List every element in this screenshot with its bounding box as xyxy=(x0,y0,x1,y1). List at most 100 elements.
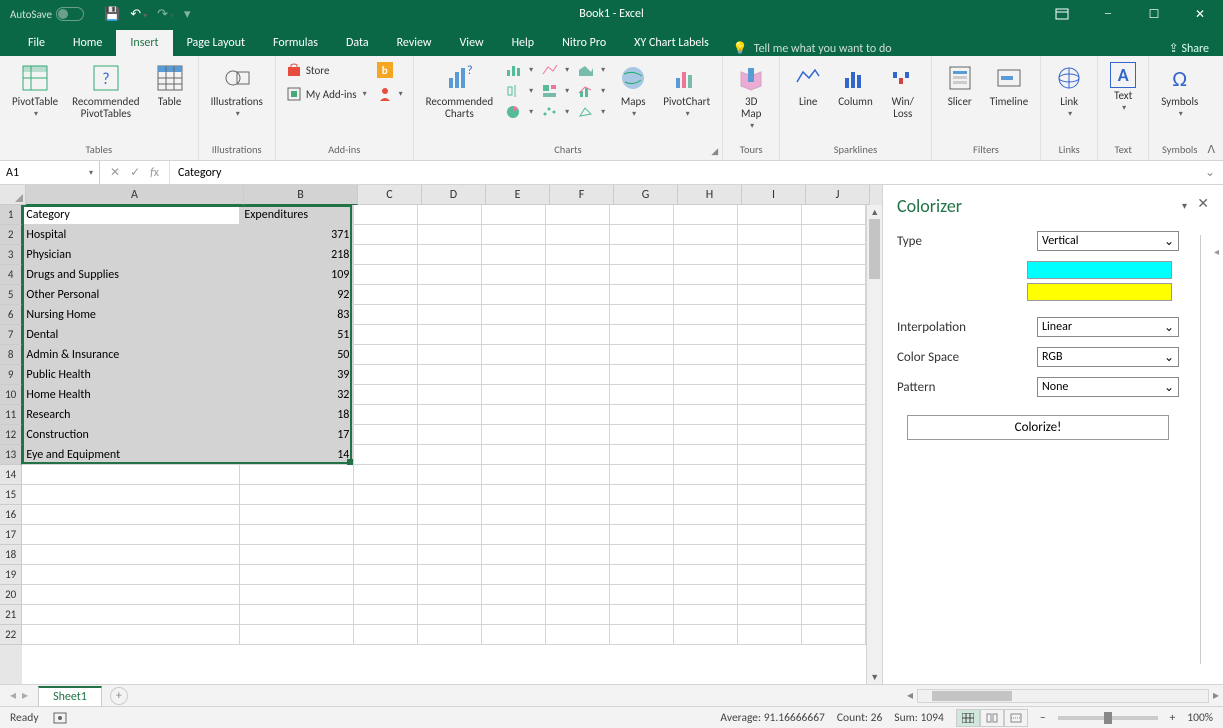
view-page-break-button[interactable] xyxy=(1004,709,1028,727)
row-header[interactable]: 9 xyxy=(0,365,22,385)
cell[interactable] xyxy=(240,545,354,565)
cell[interactable] xyxy=(22,485,240,505)
cell[interactable] xyxy=(482,505,546,525)
cell[interactable] xyxy=(22,565,240,585)
vertical-scrollbar[interactable]: ▲ ▼ xyxy=(866,205,882,684)
row-header[interactable]: 19 xyxy=(0,565,22,585)
undo-icon[interactable]: ↶▾ xyxy=(130,7,147,22)
cell[interactable] xyxy=(738,225,802,245)
cell[interactable] xyxy=(802,445,866,465)
cell[interactable] xyxy=(546,465,610,485)
ribbon-display-icon[interactable] xyxy=(1039,0,1085,28)
zoom-in-button[interactable]: + xyxy=(1170,711,1176,725)
cell[interactable] xyxy=(418,545,482,565)
save-icon[interactable]: 💾 xyxy=(104,7,120,22)
cell[interactable] xyxy=(418,465,482,485)
row-header[interactable]: 7 xyxy=(0,325,22,345)
cell[interactable] xyxy=(354,265,418,285)
maximize-button[interactable]: ☐ xyxy=(1131,0,1177,28)
cell[interactable] xyxy=(482,485,546,505)
cell[interactable]: Physician xyxy=(22,245,240,265)
cell[interactable] xyxy=(22,605,240,625)
maps-button[interactable]: Maps▾ xyxy=(613,60,653,121)
row-header[interactable]: 3 xyxy=(0,245,22,265)
cell[interactable]: 371 xyxy=(240,225,354,245)
cell[interactable] xyxy=(354,225,418,245)
enter-formula-icon[interactable]: ✓ xyxy=(130,165,140,180)
cell[interactable]: 32 xyxy=(240,385,354,405)
cancel-formula-icon[interactable]: ✕ xyxy=(110,165,120,180)
chart-line-button[interactable]: ▾ xyxy=(539,60,571,80)
close-button[interactable]: ✕ xyxy=(1177,0,1223,28)
cell[interactable] xyxy=(418,205,482,225)
cell[interactable] xyxy=(674,505,738,525)
cell[interactable] xyxy=(418,485,482,505)
cell[interactable] xyxy=(482,205,546,225)
ribbon-tab-help[interactable]: Help xyxy=(498,30,549,56)
cell[interactable] xyxy=(738,465,802,485)
people-graph-button[interactable]: ▾ xyxy=(375,84,405,104)
cell[interactable]: Other Personal xyxy=(22,285,240,305)
macro-recorder-icon[interactable] xyxy=(53,711,67,725)
cell[interactable] xyxy=(418,565,482,585)
ribbon-tab-review[interactable]: Review xyxy=(383,30,446,56)
cell[interactable] xyxy=(482,285,546,305)
cell[interactable]: Nursing Home xyxy=(22,305,240,325)
cell[interactable] xyxy=(674,625,738,645)
column-header[interactable]: I xyxy=(742,185,806,205)
row-header[interactable]: 2 xyxy=(0,225,22,245)
cell[interactable] xyxy=(240,605,354,625)
cell[interactable] xyxy=(610,545,674,565)
cell[interactable] xyxy=(738,305,802,325)
cell[interactable] xyxy=(240,625,354,645)
row-header[interactable]: 8 xyxy=(0,345,22,365)
ribbon-tab-view[interactable]: View xyxy=(446,30,498,56)
cell[interactable] xyxy=(674,305,738,325)
row-header[interactable]: 11 xyxy=(0,405,22,425)
pivotchart-button[interactable]: PivotChart▾ xyxy=(659,60,714,121)
qat-customize-icon[interactable]: ▾ xyxy=(184,7,191,22)
cell[interactable] xyxy=(482,625,546,645)
cell[interactable] xyxy=(674,525,738,545)
cell[interactable] xyxy=(802,345,866,365)
recommended-pivottables-button[interactable]: ?Recommended PivotTables xyxy=(68,60,143,122)
cell[interactable] xyxy=(418,385,482,405)
cell[interactable] xyxy=(418,605,482,625)
fx-icon[interactable]: fx xyxy=(150,166,159,180)
cell[interactable] xyxy=(546,485,610,505)
view-page-layout-button[interactable] xyxy=(980,709,1004,727)
cell[interactable] xyxy=(802,545,866,565)
cell[interactable] xyxy=(240,485,354,505)
cell[interactable] xyxy=(418,425,482,445)
cell[interactable] xyxy=(802,465,866,485)
cell[interactable] xyxy=(738,505,802,525)
cell[interactable] xyxy=(738,445,802,465)
cell[interactable] xyxy=(738,365,802,385)
cell[interactable]: 51 xyxy=(240,325,354,345)
cell[interactable] xyxy=(738,265,802,285)
cell[interactable] xyxy=(610,405,674,425)
cell[interactable] xyxy=(482,265,546,285)
column-header[interactable]: J xyxy=(806,185,870,205)
cell[interactable] xyxy=(802,205,866,225)
row-header[interactable]: 21 xyxy=(0,605,22,625)
cell[interactable]: Expenditures xyxy=(240,205,354,225)
cell[interactable] xyxy=(674,225,738,245)
scroll-thumb[interactable] xyxy=(869,219,880,279)
horizontal-scrollbar[interactable] xyxy=(917,689,1209,703)
cell[interactable] xyxy=(354,505,418,525)
cell[interactable] xyxy=(738,585,802,605)
cell[interactable] xyxy=(418,585,482,605)
cell[interactable] xyxy=(482,345,546,365)
sheet-nav-last-icon[interactable]: ▸ xyxy=(22,688,28,703)
recommended-charts-button[interactable]: ?Recommended Charts xyxy=(422,60,497,122)
cell[interactable] xyxy=(354,625,418,645)
taskpane-options-icon[interactable]: ▾ xyxy=(1182,199,1187,212)
cell[interactable] xyxy=(802,525,866,545)
cell[interactable]: 218 xyxy=(240,245,354,265)
row-header[interactable]: 10 xyxy=(0,385,22,405)
cell[interactable] xyxy=(354,445,418,465)
cell[interactable] xyxy=(738,205,802,225)
cell[interactable] xyxy=(22,625,240,645)
cell[interactable] xyxy=(546,445,610,465)
